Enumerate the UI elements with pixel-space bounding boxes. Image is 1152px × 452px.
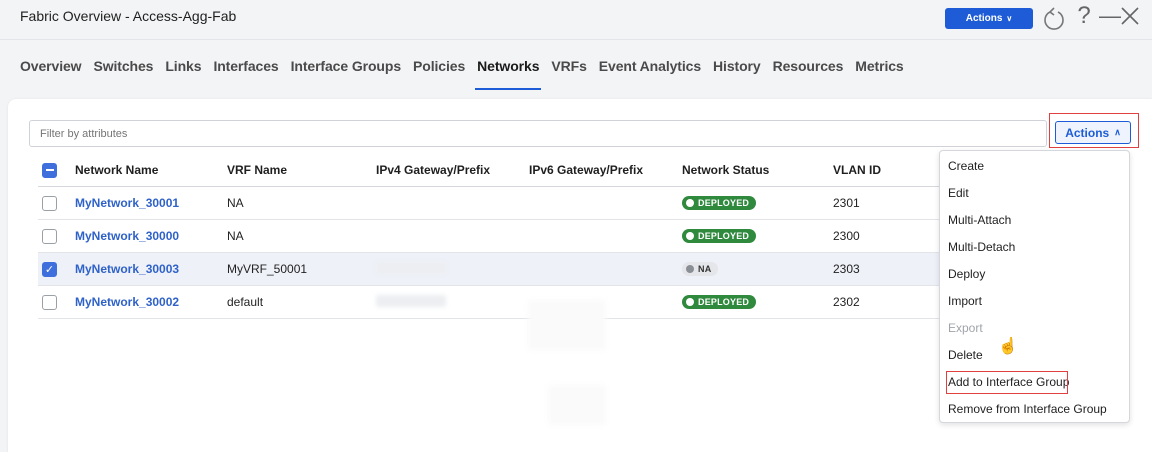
vlan-id: 2301	[833, 196, 860, 210]
menu-item-multi-attach[interactable]: Multi-Attach	[940, 207, 1129, 234]
network-name-link[interactable]: MyNetwork_30003	[75, 262, 179, 276]
status-dot-icon	[686, 199, 694, 207]
select-all-checkbox[interactable]	[42, 162, 57, 178]
help-icon[interactable]: ?	[1072, 2, 1096, 30]
tab-networks[interactable]: Networks	[471, 58, 545, 90]
table-row[interactable]: MyNetwork_30000 NA DEPLOYED 2300	[38, 220, 939, 253]
menu-item-edit[interactable]: Edit	[940, 180, 1129, 207]
row-checkbox[interactable]	[42, 195, 57, 211]
menu-item-create[interactable]: Create	[940, 153, 1129, 180]
table-row[interactable]: MyNetwork_30001 NA DEPLOYED 2301	[38, 187, 939, 220]
menu-item-import[interactable]: Import	[940, 288, 1129, 315]
redacted-ipv4	[376, 294, 446, 307]
actions-menu: Create Edit Multi-Attach Multi-Detach Deploy…	[939, 150, 1130, 423]
menu-item-export: Export	[948, 321, 983, 335]
status-text: NA	[698, 264, 712, 274]
column-header[interactable]: VLAN ID	[833, 163, 939, 177]
blurred-region	[528, 300, 606, 350]
chevron-up-icon: ∧	[1114, 127, 1121, 137]
tab-metrics[interactable]: Metrics	[849, 58, 909, 90]
actions-button[interactable]: Actions ∧	[1055, 121, 1131, 144]
vrf-name: NA	[227, 196, 244, 210]
chevron-down-icon: ∨	[1006, 14, 1013, 23]
column-header[interactable]: IPv6 Gateway/Prefix	[529, 163, 682, 177]
vrf-name: NA	[227, 229, 244, 243]
page-title: Fabric Overview - Access-Agg-Fab	[20, 8, 237, 24]
row-checkbox[interactable]: ✓	[42, 261, 57, 277]
tab-resources[interactable]: Resources	[767, 58, 850, 90]
header-actions-button[interactable]: Actions ∨	[945, 8, 1033, 29]
status-badge: DEPLOYED	[682, 196, 757, 210]
column-header[interactable]: Network Status	[682, 163, 833, 177]
menu-item-deploy[interactable]: Deploy	[940, 261, 1129, 288]
vrf-name: MyVRF_50001	[227, 262, 308, 276]
tab-vrfs[interactable]: VRFs	[545, 58, 592, 90]
status-dot-icon	[686, 298, 694, 306]
actions-button-label: Actions	[1065, 125, 1110, 140]
column-header[interactable]: IPv4 Gateway/Prefix	[376, 163, 529, 177]
menu-item-delete[interactable]: Delete	[940, 342, 1129, 369]
vrf-name: default	[227, 295, 264, 309]
tab-bar: Overview Switches Links Interfaces Interface…	[20, 58, 910, 90]
status-text: DEPLOYED	[698, 297, 750, 307]
status-badge: DEPLOYED	[682, 229, 757, 243]
vlan-id: 2302	[833, 295, 860, 309]
table-body: MyNetwork_30001 NA DEPLOYED 2301 MyNetwork_3…	[38, 187, 939, 319]
column-header[interactable]: VRF Name	[227, 163, 376, 177]
table-row[interactable]: ✓ MyNetwork_30003 MyVRF_50001 NA 2303	[38, 253, 939, 286]
tab-policies[interactable]: Policies	[407, 58, 471, 90]
redacted-ipv4	[376, 261, 446, 274]
vlan-id: 2300	[833, 229, 860, 243]
tab-interfaces[interactable]: Interfaces	[207, 58, 284, 90]
networks-table: Network Name VRF Name IPv4 Gateway/Prefi…	[38, 154, 939, 319]
close-icon[interactable]	[1119, 5, 1141, 27]
tab-links[interactable]: Links	[159, 58, 207, 90]
tab-interface-groups[interactable]: Interface Groups	[285, 58, 407, 90]
table-row[interactable]: MyNetwork_30002 default DEPLOYED 2302	[38, 286, 939, 319]
status-dot-icon	[686, 265, 694, 273]
status-dot-icon	[686, 232, 694, 240]
filter-input[interactable]	[29, 120, 1047, 147]
network-name-link[interactable]: MyNetwork_30001	[75, 196, 179, 210]
menu-item-multi-detach[interactable]: Multi-Detach	[940, 234, 1129, 261]
row-checkbox[interactable]	[42, 294, 57, 310]
menu-item-add-to-interface-group[interactable]: Add to Interface Group	[944, 369, 1070, 396]
tab-event-analytics[interactable]: Event Analytics	[593, 58, 707, 90]
network-name-link[interactable]: MyNetwork_30002	[75, 295, 179, 309]
tab-switches[interactable]: Switches	[87, 58, 159, 90]
menu-item-remove-from-interface-group[interactable]: Remove from Interface Group	[940, 396, 1129, 423]
status-text: DEPLOYED	[698, 231, 750, 241]
row-checkbox[interactable]	[42, 228, 57, 244]
header-actions-label: Actions	[965, 13, 1003, 24]
status-text: DEPLOYED	[698, 198, 750, 208]
status-badge: NA	[682, 262, 719, 276]
column-header[interactable]: Network Name	[75, 163, 227, 177]
hand-pointer-icon: ☝	[998, 338, 1018, 355]
table-header: Network Name VRF Name IPv4 Gateway/Prefi…	[38, 154, 939, 187]
title-bar: Fabric Overview - Access-Agg-Fab Actions…	[0, 0, 1152, 40]
minimize-icon[interactable]: —	[1099, 3, 1121, 29]
network-name-link[interactable]: MyNetwork_30000	[75, 229, 179, 243]
refresh-icon[interactable]	[1040, 5, 1068, 33]
tab-overview[interactable]: Overview	[20, 58, 87, 90]
status-badge: DEPLOYED	[682, 295, 757, 309]
tab-history[interactable]: History	[707, 58, 767, 90]
blurred-region	[548, 385, 606, 425]
vlan-id: 2303	[833, 262, 860, 276]
